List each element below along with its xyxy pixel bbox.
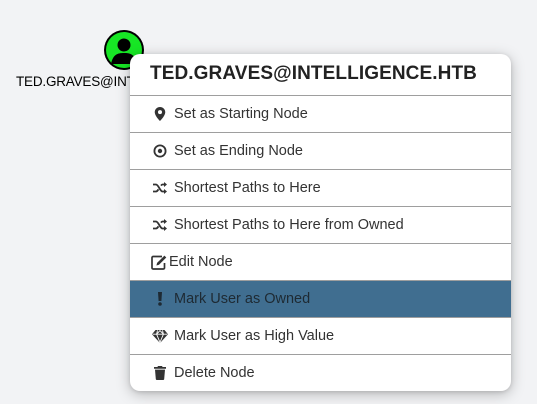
trash-icon — [152, 365, 168, 381]
menu-title: TED.GRAVES@INTELLIGENCE.HTB — [150, 63, 477, 84]
menu-item-mark-user-owned[interactable]: Mark User as Owned — [130, 280, 511, 317]
menu-item-label: Mark User as High Value — [174, 328, 335, 344]
menu-item-edit-node[interactable]: Edit Node — [130, 243, 511, 280]
random-icon — [152, 180, 168, 196]
edit-icon — [151, 254, 167, 270]
menu-item-label: Mark User as Owned — [174, 291, 311, 307]
menu-item-set-ending-node[interactable]: Set as Ending Node — [130, 132, 511, 169]
menu-item-set-starting-node[interactable]: Set as Starting Node — [130, 95, 511, 132]
menu-item-label: Edit Node — [169, 254, 233, 270]
menu-item-mark-high-value[interactable]: Mark User as High Value — [130, 317, 511, 354]
menu-item-label: Shortest Paths to Here from Owned — [174, 217, 404, 233]
bullseye-icon — [152, 143, 168, 159]
menu-item-label: Delete Node — [174, 365, 255, 381]
node-context-menu: TED.GRAVES@INTELLIGENCE.HTB Set as Start… — [130, 54, 511, 391]
exclamation-icon — [152, 291, 168, 307]
map-marker-icon — [152, 106, 168, 122]
menu-item-shortest-paths-from-owned[interactable]: Shortest Paths to Here from Owned — [130, 206, 511, 243]
menu-item-shortest-paths-to-here[interactable]: Shortest Paths to Here — [130, 169, 511, 206]
menu-item-label: Set as Starting Node — [174, 106, 308, 122]
menu-item-delete-node[interactable]: Delete Node — [130, 354, 511, 391]
menu-item-label: Set as Ending Node — [174, 143, 303, 159]
menu-item-label: Shortest Paths to Here — [174, 180, 321, 196]
random-icon — [152, 217, 168, 233]
gem-icon — [152, 328, 168, 344]
